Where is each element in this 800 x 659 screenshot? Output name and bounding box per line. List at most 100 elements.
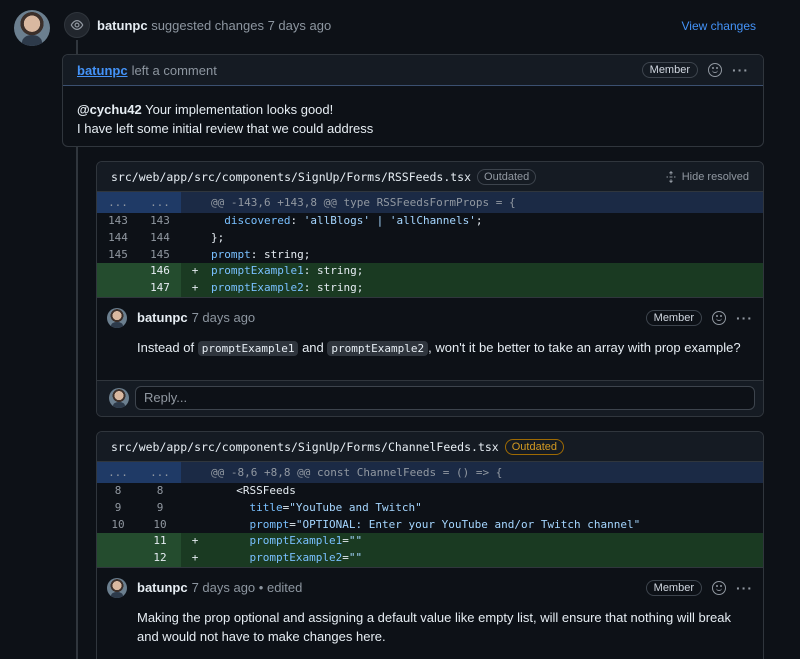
more-options-icon[interactable]: ··· <box>736 581 753 595</box>
file-header: src/web/app/src/components/SignUp/Forms/… <box>97 432 763 462</box>
new-line-number[interactable]: 8 <box>139 483 181 500</box>
hide-resolved-button[interactable]: Hide resolved <box>665 171 749 183</box>
hunk-header[interactable]: ... ... @@ -8,6 +8,8 @@ const ChannelFee… <box>97 462 763 483</box>
thread-author[interactable]: batunpc <box>137 310 188 325</box>
new-line-number[interactable]: 147 <box>139 280 181 297</box>
hunk-header[interactable]: ... ... @@ -143,6 +143,8 @@ type RSSFeed… <box>97 192 763 213</box>
new-line-number[interactable]: 10 <box>139 517 181 534</box>
member-badge: Member <box>645 309 702 326</box>
old-line-number[interactable] <box>97 263 139 281</box>
reply-bar: Reply... <box>97 379 763 416</box>
thread-time[interactable]: 7 days ago <box>192 580 256 595</box>
commenter-avatar[interactable] <box>107 307 127 328</box>
old-line-number[interactable] <box>97 533 139 551</box>
old-line-number[interactable]: 10 <box>97 517 139 534</box>
file-path[interactable]: src/web/app/src/components/SignUp/Forms/… <box>111 170 471 184</box>
file-thread-channelfeeds: src/web/app/src/components/SignUp/Forms/… <box>96 431 764 659</box>
diff-line-context[interactable]: 143 143 discovered: 'allBlogs' | 'allChan… <box>97 213 763 230</box>
review-header: batunpc suggested changes 7 days ago <box>97 18 331 33</box>
diff-sign: + <box>181 533 209 551</box>
review-comment-header: batunpc left a comment Member ··· <box>63 55 763 86</box>
more-options-icon[interactable]: ··· <box>732 63 749 77</box>
review-thread-comment: batunpc 7 days ago Member ··· Instead of… <box>97 296 763 380</box>
old-line-number[interactable]: 9 <box>97 500 139 517</box>
text-after: , won't it be better to take an array wi… <box>428 339 741 355</box>
expand-down[interactable]: ... <box>139 192 181 213</box>
code-text: promptExample2: string; <box>209 280 763 297</box>
thread-author[interactable]: batunpc <box>137 580 188 595</box>
reviewer-avatar[interactable] <box>14 10 50 46</box>
diff-sign <box>181 500 209 517</box>
diff-line-added[interactable]: 147 + promptExample2: string; <box>97 280 763 297</box>
diff-table: ... ... @@ -143,6 +143,8 @@ type RSSFeed… <box>97 192 763 297</box>
diff-line-context[interactable]: 145 145 prompt: string; <box>97 247 763 264</box>
diff-line-added[interactable]: 146 + promptExample1: string; <box>97 263 763 281</box>
add-reaction-icon[interactable] <box>712 580 726 595</box>
review-author[interactable]: batunpc <box>97 18 148 33</box>
code-text: promptExample1="" <box>209 533 763 551</box>
new-line-number[interactable]: 12 <box>139 550 181 567</box>
diff-line-context[interactable]: 144 144}; <box>97 230 763 247</box>
outdated-badge: Outdated <box>477 168 537 185</box>
expand-up[interactable]: ... <box>97 462 139 483</box>
new-line-number[interactable]: 9 <box>139 500 181 517</box>
old-line-number[interactable]: 144 <box>97 230 139 247</box>
new-line-number[interactable]: 143 <box>139 213 181 230</box>
member-badge: Member <box>645 579 702 596</box>
code-text: promptExample1: string; <box>209 263 763 281</box>
review-thread-comment: batunpc 7 days ago • edited Member ··· M… <box>97 566 763 646</box>
review-comment-body: @cychu42 Your implementation looks good!… <box>63 86 763 146</box>
mention[interactable]: @cychu42 <box>77 102 142 117</box>
thread-time[interactable]: 7 days ago <box>192 310 256 325</box>
diff-line-added[interactable]: 12 + promptExample2="" <box>97 550 763 567</box>
diff-sign: + <box>181 280 209 297</box>
view-changes-link[interactable]: View changes <box>682 19 757 33</box>
text-mid: and <box>302 339 324 355</box>
old-line-number[interactable] <box>97 280 139 297</box>
code-chip: promptExample2 <box>327 340 429 356</box>
file-thread-rssfeeds: src/web/app/src/components/SignUp/Forms/… <box>96 161 764 417</box>
code-text: title="YouTube and Twitch" <box>249 500 422 514</box>
new-line-number[interactable]: 146 <box>139 263 181 281</box>
code-chip: promptExample1 <box>197 340 299 356</box>
diff-sign <box>181 213 209 230</box>
diff-sign: + <box>181 263 209 281</box>
new-line-number[interactable]: 145 <box>139 247 181 264</box>
code-text: discovered: 'allBlogs' | 'allChannels'; <box>224 214 483 227</box>
expand-down[interactable]: ... <box>139 462 181 483</box>
file-path[interactable]: src/web/app/src/components/SignUp/Forms/… <box>111 440 499 454</box>
diff-sign: + <box>181 550 209 567</box>
hide-resolved-label: Hide resolved <box>681 170 749 183</box>
diff-line-context[interactable]: 99 title="YouTube and Twitch" <box>97 500 763 517</box>
comment-author[interactable]: batunpc <box>77 63 128 78</box>
diff-line-added[interactable]: 11 + promptExample1="" <box>97 533 763 551</box>
eye-icon <box>64 12 90 38</box>
code-text: <RSSFeeds <box>236 484 296 497</box>
reply-input[interactable]: Reply... <box>135 386 755 411</box>
hunk-text: @@ -143,6 +143,8 @@ type RSSFeedsFormPro… <box>211 196 516 209</box>
thread-comment-body: Making the prop optional and assigning a… <box>137 609 732 644</box>
commenter-avatar[interactable] <box>107 577 127 598</box>
review-action: suggested changes <box>151 18 264 33</box>
hunk-text: @@ -8,6 +8,8 @@ const ChannelFeeds = () … <box>211 466 503 479</box>
review-time[interactable]: 7 days ago <box>268 18 332 33</box>
more-options-icon[interactable]: ··· <box>736 311 753 325</box>
old-line-number[interactable]: 145 <box>97 247 139 264</box>
edited-label[interactable]: • edited <box>259 580 303 595</box>
old-line-number[interactable]: 8 <box>97 483 139 500</box>
add-reaction-icon[interactable] <box>712 310 726 325</box>
add-reaction-icon[interactable] <box>708 63 722 77</box>
new-line-number[interactable]: 144 <box>139 230 181 247</box>
diff-line-context[interactable]: 88 <RSSFeeds <box>97 483 763 500</box>
new-line-number[interactable]: 11 <box>139 533 181 551</box>
unfold-icon <box>666 170 676 183</box>
diff-line-context[interactable]: 10 10 prompt="OPTIONAL: Enter your YouTub… <box>97 517 763 534</box>
expand-up[interactable]: ... <box>97 192 139 213</box>
comment-line-2: I have left some initial review that we … <box>77 121 374 136</box>
outdated-badge: Outdated <box>504 438 564 455</box>
diff-sign <box>181 483 209 500</box>
code-text: prompt="OPTIONAL: Enter your YouTube and… <box>249 517 641 531</box>
old-line-number[interactable]: 143 <box>97 213 139 230</box>
old-line-number[interactable] <box>97 550 139 567</box>
comment-line-1: Your implementation looks good! <box>145 102 334 117</box>
